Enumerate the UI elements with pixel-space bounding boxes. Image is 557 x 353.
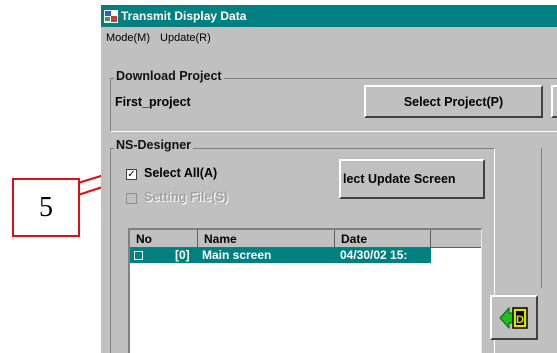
- setting-file-checkbox[interactable]: [126, 193, 137, 204]
- callout-box: 5: [12, 178, 80, 237]
- column-header-no[interactable]: No: [130, 230, 198, 248]
- row-name: Main screen: [202, 248, 272, 262]
- row-no: [0]: [175, 248, 190, 262]
- callout-number: 5: [39, 191, 53, 223]
- setting-file-label: Setting File(S): [144, 190, 229, 204]
- menu-bar: Mode(M) Update(R): [101, 27, 557, 49]
- transmit-window: Transmit Display Data Mode(M) Update(R) …: [101, 5, 557, 353]
- row-date: 04/30/02 15:: [340, 248, 408, 262]
- column-header-name[interactable]: Name: [198, 230, 335, 248]
- right-edge-button[interactable]: [551, 85, 557, 118]
- panel-divider: [541, 148, 542, 288]
- select-all-checkbox[interactable]: ✓: [126, 169, 137, 180]
- select-project-button[interactable]: Select Project(P): [364, 85, 543, 118]
- select-all-label[interactable]: Select All(A): [144, 166, 217, 180]
- menu-update[interactable]: Update(R): [160, 32, 211, 44]
- ns-designer-label: NS-Designer: [114, 138, 194, 152]
- column-header-filler: [431, 230, 481, 248]
- select-update-screen-button[interactable]: lect Update Screen: [339, 159, 485, 199]
- row-file-icon: [134, 251, 143, 260]
- transmit-arrow-icon: D: [499, 306, 528, 329]
- title-bar[interactable]: Transmit Display Data: [101, 5, 557, 27]
- menu-mode[interactable]: Mode(M): [106, 32, 150, 44]
- column-header-date[interactable]: Date: [335, 230, 431, 248]
- download-project-label: Download Project: [114, 69, 224, 83]
- screen-list[interactable]: No Name Date [0] Main screen 04/30/02 15…: [128, 228, 482, 353]
- table-row[interactable]: [0] Main screen 04/30/02 15:: [130, 248, 431, 263]
- project-name: First_project: [115, 95, 191, 109]
- window-title: Transmit Display Data: [121, 9, 247, 23]
- transmit-button[interactable]: D: [490, 295, 538, 340]
- svg-text:D: D: [516, 314, 524, 326]
- transmit-app-icon: [104, 9, 118, 23]
